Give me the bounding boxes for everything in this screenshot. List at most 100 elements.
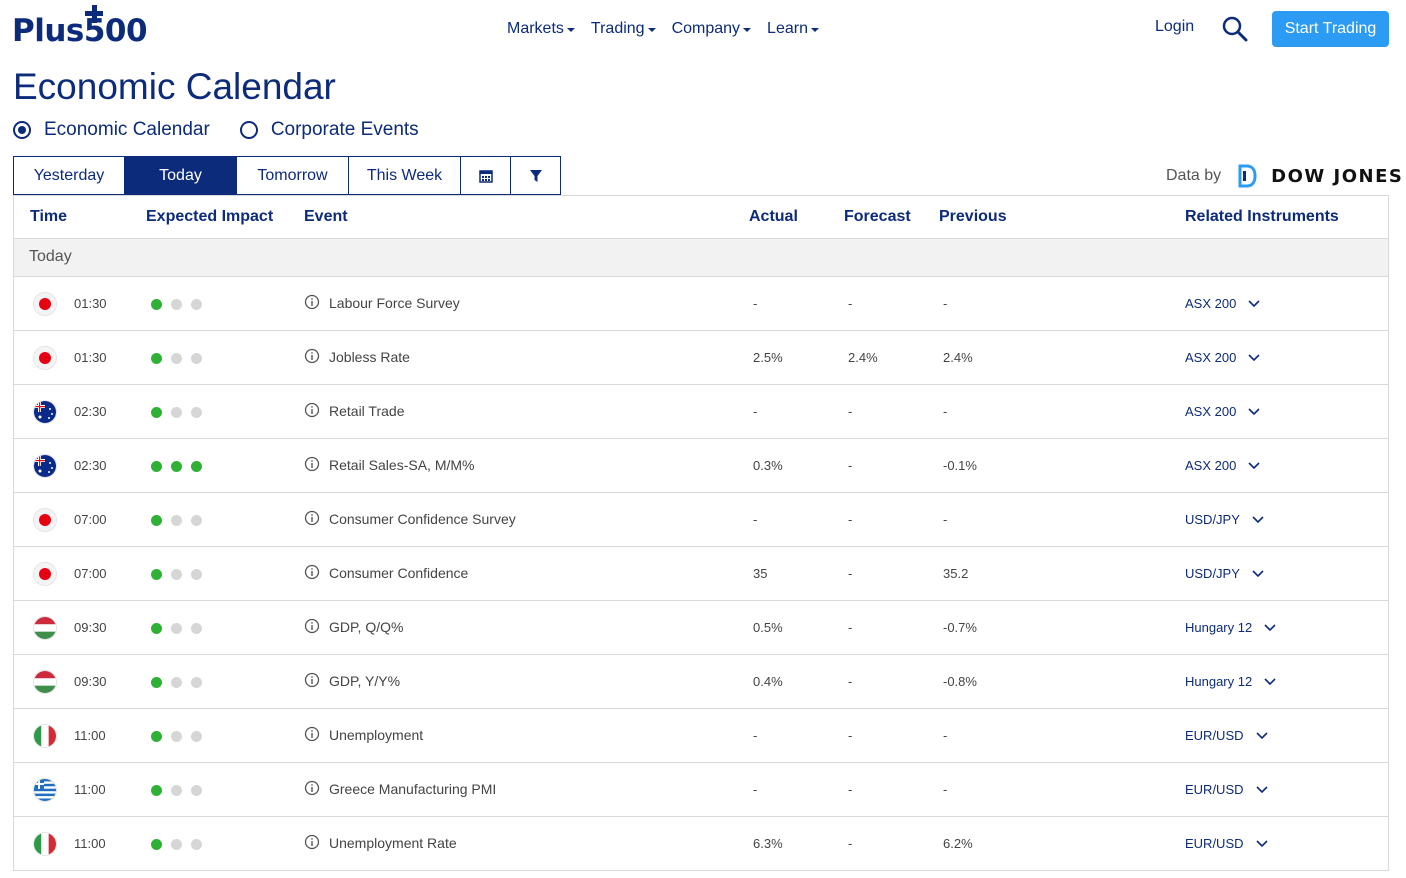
event-name[interactable]: Consumer Confidence Survey bbox=[329, 511, 516, 527]
header-actual[interactable]: Actual bbox=[749, 208, 798, 226]
impact-dot-icon bbox=[191, 461, 202, 472]
instrument-name: ASX 200 bbox=[1185, 350, 1237, 365]
japan-flag-icon bbox=[34, 509, 56, 531]
related-instrument-dropdown[interactable]: Hungary 12 bbox=[1185, 674, 1276, 689]
filter-button[interactable] bbox=[510, 156, 561, 195]
tab-tomorrow[interactable]: Tomorrow bbox=[236, 156, 349, 195]
event-name[interactable]: Unemployment Rate bbox=[329, 835, 457, 851]
related-instrument-dropdown[interactable]: EUR/USD bbox=[1185, 782, 1268, 797]
related-instrument-dropdown[interactable]: ASX 200 bbox=[1185, 350, 1260, 365]
event-name[interactable]: GDP, Y/Y% bbox=[329, 673, 400, 689]
info-icon[interactable] bbox=[304, 618, 320, 634]
forecast-value: - bbox=[848, 566, 853, 581]
info-icon[interactable] bbox=[304, 672, 320, 688]
caret-down-icon bbox=[647, 27, 656, 32]
radio-corporate-events[interactable]: Corporate Events bbox=[239, 119, 419, 141]
caret-down-icon bbox=[743, 27, 752, 32]
forecast-value: - bbox=[848, 620, 853, 635]
actual-value: 0.5% bbox=[753, 620, 783, 635]
nav-trading[interactable]: Trading bbox=[591, 18, 656, 40]
impact-dot-icon bbox=[191, 623, 202, 634]
header-time[interactable]: Time bbox=[30, 208, 67, 226]
related-instrument-dropdown[interactable]: ASX 200 bbox=[1185, 458, 1260, 473]
radio-label: Corporate Events bbox=[270, 119, 419, 140]
forecast-value: - bbox=[848, 458, 853, 473]
calendar-button[interactable] bbox=[460, 156, 511, 195]
chevron-down-icon bbox=[1255, 785, 1268, 793]
tab-yesterday[interactable]: Yesterday bbox=[13, 156, 125, 195]
event-name[interactable]: Greece Manufacturing PMI bbox=[329, 781, 496, 797]
related-instrument-dropdown[interactable]: EUR/USD bbox=[1185, 728, 1268, 743]
impact-dot-icon bbox=[151, 299, 162, 310]
nav-company-label: Company bbox=[671, 20, 741, 37]
previous-value: -0.8% bbox=[943, 674, 977, 689]
tab-this-week[interactable]: This Week bbox=[348, 156, 461, 195]
actual-value: - bbox=[753, 404, 758, 419]
related-instrument-dropdown[interactable]: USD/JPY bbox=[1185, 566, 1264, 581]
previous-value: - bbox=[943, 512, 948, 527]
hungary-flag-icon bbox=[34, 671, 56, 693]
event-time: 01:30 bbox=[74, 350, 107, 365]
impact-dot-icon bbox=[151, 785, 162, 796]
event-name[interactable]: GDP, Q/Q% bbox=[329, 619, 403, 635]
table-row: 07:00 Consumer Confidence 35 - 35.2 USD/JPY bbox=[14, 547, 1388, 601]
search-icon[interactable] bbox=[1222, 16, 1248, 42]
radio-economic-calendar[interactable]: Economic Calendar bbox=[13, 119, 210, 141]
event-time: 07:00 bbox=[74, 512, 107, 527]
table-row: 09:30 GDP, Y/Y% 0.4% - -0.8% Hungary 12 bbox=[14, 655, 1388, 709]
impact-dot-icon bbox=[191, 785, 202, 796]
impact-dot-icon bbox=[191, 569, 202, 580]
impact-indicator bbox=[151, 569, 211, 580]
nav-learn[interactable]: Learn bbox=[767, 18, 819, 40]
view-toggle: Economic Calendar Corporate Events bbox=[13, 119, 449, 141]
related-instrument-dropdown[interactable]: ASX 200 bbox=[1185, 296, 1260, 311]
forecast-value: - bbox=[848, 728, 853, 743]
info-icon[interactable] bbox=[304, 402, 320, 418]
radio-checked-icon bbox=[13, 121, 31, 139]
impact-indicator bbox=[151, 839, 211, 850]
info-icon[interactable] bbox=[304, 294, 320, 310]
impact-dot-icon bbox=[171, 677, 182, 688]
info-icon[interactable] bbox=[304, 726, 320, 742]
info-icon[interactable] bbox=[304, 348, 320, 364]
header-event[interactable]: Event bbox=[304, 208, 348, 226]
nav-company[interactable]: Company bbox=[671, 18, 752, 40]
start-trading-button[interactable]: Start Trading bbox=[1272, 11, 1389, 47]
nav-markets[interactable]: Markets bbox=[507, 18, 575, 40]
actual-value: - bbox=[753, 512, 758, 527]
related-instrument-dropdown[interactable]: EUR/USD bbox=[1185, 836, 1268, 851]
event-name[interactable]: Retail Sales-SA, M/M% bbox=[329, 457, 474, 473]
login-link[interactable]: Login bbox=[1155, 18, 1194, 36]
impact-dot-icon bbox=[171, 623, 182, 634]
event-name[interactable]: Unemployment bbox=[329, 727, 423, 743]
info-icon[interactable] bbox=[304, 834, 320, 850]
impact-dot-icon bbox=[151, 623, 162, 634]
table-row: 02:30 Retail Sales-SA, M/M% 0.3% - -0.1% ASX … bbox=[14, 439, 1388, 493]
related-instrument-dropdown[interactable]: Hungary 12 bbox=[1185, 620, 1276, 635]
related-instrument-dropdown[interactable]: ASX 200 bbox=[1185, 404, 1260, 419]
header-impact[interactable]: Expected Impact bbox=[146, 208, 273, 226]
tab-today[interactable]: Today bbox=[124, 156, 237, 195]
info-icon[interactable] bbox=[304, 780, 320, 796]
info-icon[interactable] bbox=[304, 510, 320, 526]
event-name[interactable]: Retail Trade bbox=[329, 403, 404, 419]
actual-value: 0.4% bbox=[753, 674, 783, 689]
impact-indicator bbox=[151, 299, 211, 310]
impact-indicator bbox=[151, 515, 211, 526]
event-name[interactable]: Consumer Confidence bbox=[329, 565, 468, 581]
forecast-value: - bbox=[848, 782, 853, 797]
info-icon[interactable] bbox=[304, 456, 320, 472]
previous-value: - bbox=[943, 404, 948, 419]
header-forecast[interactable]: Forecast bbox=[844, 208, 911, 226]
impact-dot-icon bbox=[191, 299, 202, 310]
header-previous[interactable]: Previous bbox=[939, 208, 1007, 226]
impact-dot-icon bbox=[151, 407, 162, 418]
event-name[interactable]: Jobless Rate bbox=[329, 349, 410, 365]
info-icon[interactable] bbox=[304, 564, 320, 580]
data-provider: Data by DOW JONES bbox=[1166, 164, 1403, 188]
related-instrument-dropdown[interactable]: USD/JPY bbox=[1185, 512, 1264, 527]
actual-value: 35 bbox=[753, 566, 768, 581]
plus500-logo[interactable]: Plus500 bbox=[12, 5, 174, 47]
previous-value: - bbox=[943, 782, 948, 797]
event-name[interactable]: Labour Force Survey bbox=[329, 295, 460, 311]
